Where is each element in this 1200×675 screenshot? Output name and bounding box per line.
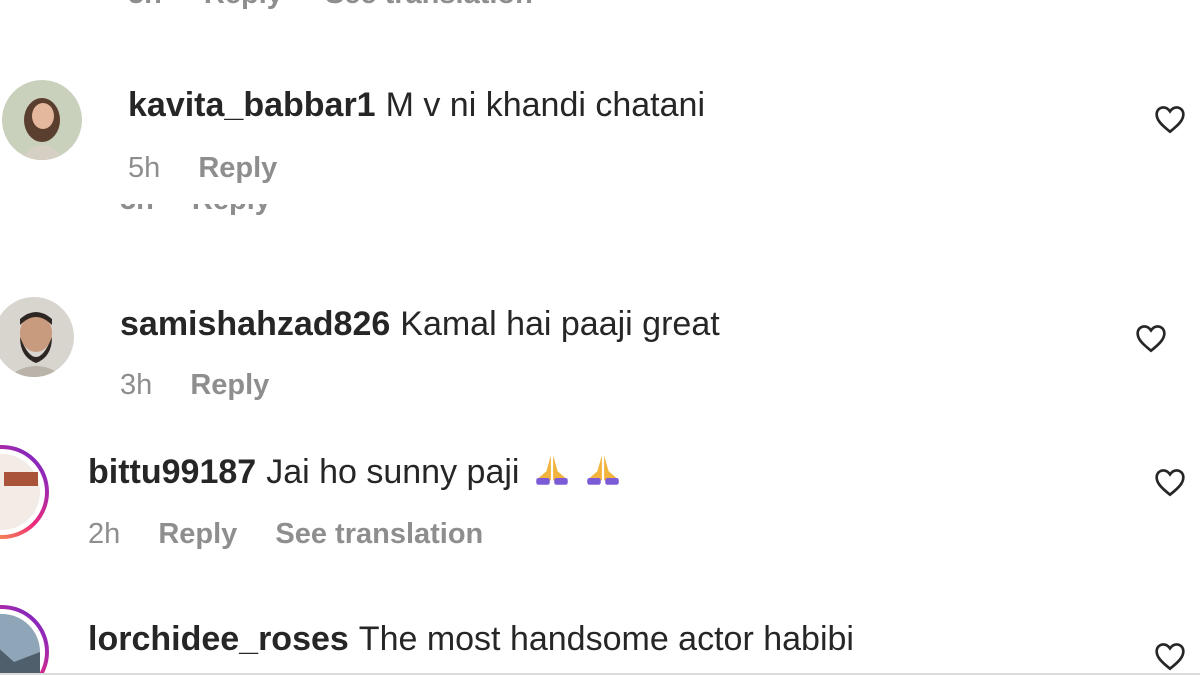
comment-meta: 3h Reply bbox=[120, 369, 299, 402]
reply-button[interactable]: Reply bbox=[192, 204, 271, 216]
avatar[interactable] bbox=[2, 80, 82, 160]
folded-hands-emoji bbox=[587, 455, 620, 485]
comment-time: 5h bbox=[120, 204, 154, 216]
comments-panel: 5h Reply See translation ••• kavita_babb… bbox=[0, 0, 1200, 675]
comment-text-line: kavita_babbar1 M v ni khandi chatani bbox=[128, 86, 705, 125]
see-translation-button[interactable]: See translation bbox=[325, 0, 533, 10]
comment-username[interactable]: samishahzad826 bbox=[120, 305, 390, 343]
comment-body: Kamal hai paaji great bbox=[400, 305, 720, 343]
comment-username[interactable]: lorchidee_roses bbox=[88, 620, 349, 658]
comment-text-line: samishahzad826 Kamal hai paaji great bbox=[120, 305, 720, 344]
comment-time: 2h bbox=[88, 518, 121, 550]
comment-text-line: lorchidee_roses The most handsome actor h… bbox=[88, 620, 854, 659]
more-options-button[interactable]: ••• bbox=[575, 0, 605, 10]
reply-button[interactable]: Reply bbox=[190, 369, 269, 401]
avatar-story-ring[interactable] bbox=[0, 604, 50, 675]
comment-body: M v ni khandi chatani bbox=[385, 86, 705, 124]
comment-meta: 2h Reply See translation bbox=[88, 518, 513, 551]
comment-username[interactable]: bittu99187 bbox=[88, 453, 256, 491]
heart-outline-icon[interactable] bbox=[1135, 323, 1167, 353]
comment-body: The most handsome actor habibi bbox=[358, 620, 854, 658]
comment-meta: 5h Reply bbox=[128, 152, 307, 185]
heart-outline-icon[interactable] bbox=[1154, 467, 1186, 497]
comment-username[interactable]: kavita_babbar1 bbox=[128, 86, 376, 124]
comment-time: 3h bbox=[120, 369, 153, 401]
reply-button[interactable]: Reply bbox=[204, 0, 283, 10]
comment-body: Jai ho sunny paji bbox=[266, 453, 520, 491]
partial-comment-actions-mid: 5h Reply bbox=[120, 204, 520, 234]
avatar-story-ring[interactable] bbox=[0, 444, 50, 540]
heart-outline-icon[interactable] bbox=[1154, 104, 1186, 134]
avatar[interactable] bbox=[0, 297, 74, 377]
heart-outline-icon[interactable] bbox=[1154, 641, 1186, 671]
comment-time: 5h bbox=[128, 152, 161, 184]
see-translation-button[interactable]: See translation bbox=[275, 518, 483, 550]
comment-text-line: bittu99187 Jai ho sunny paji bbox=[88, 451, 622, 492]
comment-time: 5h bbox=[128, 0, 162, 10]
partial-comment-actions-top: 5h Reply See translation ••• bbox=[128, 0, 639, 11]
folded-hands-emoji bbox=[536, 455, 568, 485]
reply-button[interactable]: Reply bbox=[198, 152, 277, 184]
reply-button[interactable]: Reply bbox=[158, 518, 237, 550]
